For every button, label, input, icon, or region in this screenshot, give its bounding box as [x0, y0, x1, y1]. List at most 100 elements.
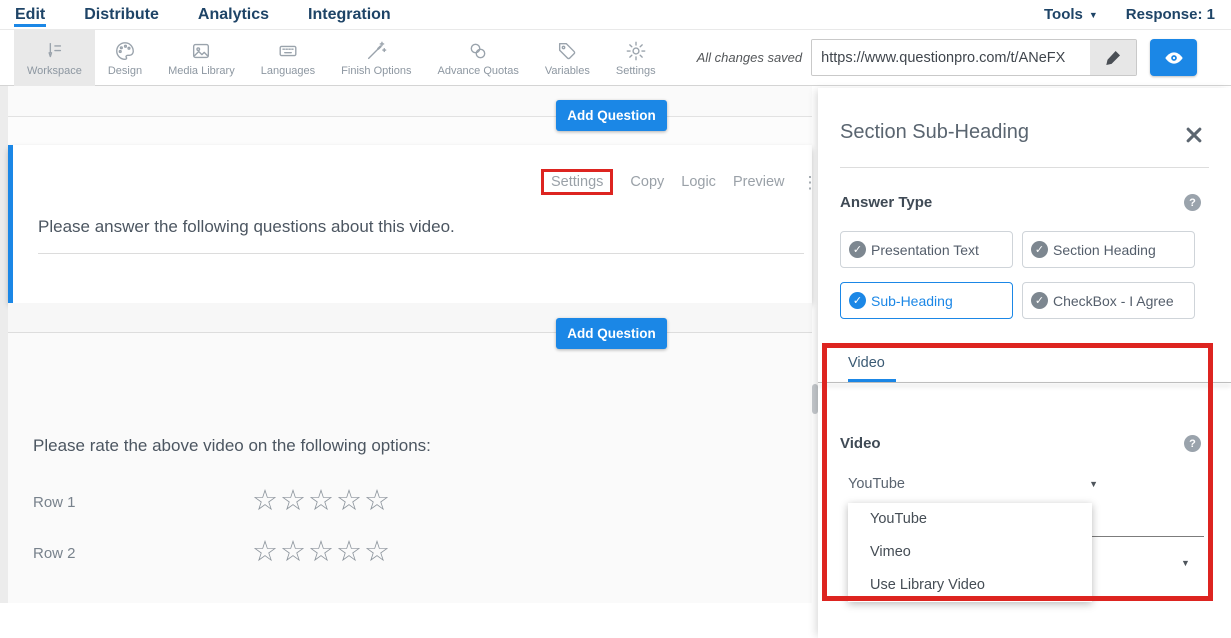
toolbar-label: Workspace	[27, 65, 82, 77]
answer-type-presentation-text[interactable]: ✓ Presentation Text	[840, 231, 1013, 268]
video-source-dropdown-menu: YouTube Vimeo Use Library Video	[848, 503, 1092, 602]
question1-text[interactable]: Please answer the following questions ab…	[38, 217, 455, 237]
answer-type-section-heading[interactable]: ✓ Section Heading	[1022, 231, 1195, 268]
help-icon[interactable]: ?	[1184, 194, 1201, 211]
panel-title: Section Sub-Heading	[840, 121, 1029, 144]
star-icon[interactable]: ☆	[336, 536, 364, 568]
question1-divider	[38, 253, 804, 254]
answer-type-label: Answer Type	[840, 194, 932, 211]
video-field-label: Video	[840, 435, 881, 452]
nav-analytics[interactable]: Analytics	[197, 2, 270, 27]
toolbar-settings[interactable]: Settings	[603, 30, 669, 86]
star-icon[interactable]: ☆	[280, 536, 308, 568]
star-icon[interactable]: ☆	[364, 536, 392, 568]
question-card-rating[interactable]	[8, 333, 812, 603]
preview-survey-button[interactable]	[1150, 39, 1197, 76]
edit-url-button[interactable]	[1090, 40, 1136, 75]
editor-toolbar: Workspace Design Media Library Languages	[0, 30, 1231, 86]
answer-type-option-label: Presentation Text	[871, 242, 979, 258]
help-icon[interactable]: ?	[1184, 435, 1201, 452]
save-status: All changes saved	[697, 50, 803, 65]
tools-menu[interactable]: Tools ▼	[1044, 6, 1098, 23]
chain-links-icon	[467, 40, 489, 62]
toolbar-label: Finish Options	[341, 65, 411, 77]
star-icon[interactable]: ☆	[252, 485, 280, 517]
answer-type-options: ✓ Presentation Text ✓ Section Heading ✓ …	[840, 231, 1195, 319]
question-action-menu: Settings Copy Logic Preview ⋮	[541, 169, 819, 195]
check-circle-icon: ✓	[849, 241, 866, 258]
star-icon[interactable]: ☆	[308, 536, 336, 568]
toolbar-workspace[interactable]: Workspace	[14, 30, 95, 86]
tools-label: Tools	[1044, 6, 1083, 23]
answer-type-option-label: CheckBox - I Agree	[1053, 293, 1174, 309]
question-copy-button[interactable]: Copy	[630, 174, 664, 190]
answer-type-sub-heading[interactable]: ✓ Sub-Heading	[840, 282, 1013, 319]
response-count[interactable]: Response: 1	[1126, 6, 1215, 23]
toolbar-label: Languages	[261, 65, 315, 77]
nav-integration[interactable]: Integration	[307, 2, 392, 27]
video-source-selected-value: YouTube	[848, 476, 905, 492]
tag-icon	[556, 40, 578, 62]
toolbar-design[interactable]: Design	[95, 30, 155, 86]
toolbar-label: Media Library	[168, 65, 235, 77]
check-circle-icon: ✓	[1031, 292, 1048, 309]
nav-edit[interactable]: Edit	[14, 2, 46, 27]
add-question-button[interactable]: Add Question	[556, 318, 667, 349]
page-background-strip	[0, 86, 8, 603]
question-settings-button[interactable]: Settings	[541, 169, 613, 195]
question2-text[interactable]: Please rate the above video on the follo…	[33, 436, 431, 456]
toolbar-label: Settings	[616, 65, 656, 77]
gear-icon	[625, 40, 647, 62]
video-url-input-underline	[1092, 536, 1204, 537]
settings-panel: Section Sub-Heading Answer Type ? ✓ Pres…	[818, 88, 1231, 638]
check-circle-icon: ✓	[1031, 241, 1048, 258]
eye-icon	[1163, 47, 1185, 69]
questionpro-editor: Edit Distribute Analytics Integration To…	[0, 0, 1231, 638]
check-circle-icon: ✓	[849, 292, 866, 309]
dropdown-option-library-video[interactable]: Use Library Video	[848, 569, 1092, 602]
workspace-icon	[43, 40, 65, 62]
pencil-icon	[1105, 49, 1122, 66]
star-icon[interactable]: ☆	[336, 485, 364, 517]
rating-row-label: Row 2	[33, 545, 76, 562]
caret-down-icon: ▼	[1089, 479, 1098, 489]
toolbar-finish-options[interactable]: Finish Options	[328, 30, 424, 86]
tab-video[interactable]: Video	[848, 355, 885, 371]
panel-divider	[840, 167, 1209, 168]
canvas-section-middle	[8, 303, 812, 333]
answer-type-checkbox-agree[interactable]: ✓ CheckBox - I Agree	[1022, 282, 1195, 319]
magic-wand-icon	[365, 40, 387, 62]
question-preview-button[interactable]: Preview	[733, 174, 785, 190]
star-icon[interactable]: ☆	[308, 485, 336, 517]
star-icon[interactable]: ☆	[280, 485, 308, 517]
toolbar-variables[interactable]: Variables	[532, 30, 603, 86]
video-source-select[interactable]: YouTube ▼	[848, 476, 1098, 492]
toolbar-label: Design	[108, 65, 142, 77]
canvas-section-gap	[8, 117, 812, 145]
kebab-menu-icon[interactable]: ⋮	[802, 174, 819, 191]
survey-url-input[interactable]	[812, 40, 1090, 75]
keyboard-icon	[277, 40, 299, 62]
question-logic-button[interactable]: Logic	[681, 174, 716, 190]
close-panel-button[interactable]	[1185, 126, 1203, 144]
rating-row-label: Row 1	[33, 494, 76, 511]
canvas-section-top	[8, 86, 812, 117]
toolbar-label: Advance Quotas	[437, 65, 518, 77]
dropdown-option-youtube[interactable]: YouTube	[848, 503, 1092, 536]
star-icon[interactable]: ☆	[252, 536, 280, 568]
toolbar-media-library[interactable]: Media Library	[155, 30, 248, 86]
star-icon[interactable]: ☆	[364, 485, 392, 517]
add-question-button[interactable]: Add Question	[556, 100, 667, 131]
toolbar-label: Variables	[545, 65, 590, 77]
caret-down-icon: ▼	[1089, 10, 1098, 20]
toolbar-languages[interactable]: Languages	[248, 30, 328, 86]
image-icon	[190, 40, 212, 62]
nav-distribute[interactable]: Distribute	[83, 2, 160, 27]
toolbar-advance-quotas[interactable]: Advance Quotas	[424, 30, 531, 86]
top-nav: Edit Distribute Analytics Integration To…	[0, 0, 1231, 30]
caret-down-icon[interactable]: ▼	[1181, 558, 1190, 568]
answer-type-option-label: Sub-Heading	[871, 293, 953, 309]
tab-bar-border	[818, 382, 1231, 383]
dropdown-option-vimeo[interactable]: Vimeo	[848, 536, 1092, 569]
survey-url-box	[811, 39, 1137, 76]
